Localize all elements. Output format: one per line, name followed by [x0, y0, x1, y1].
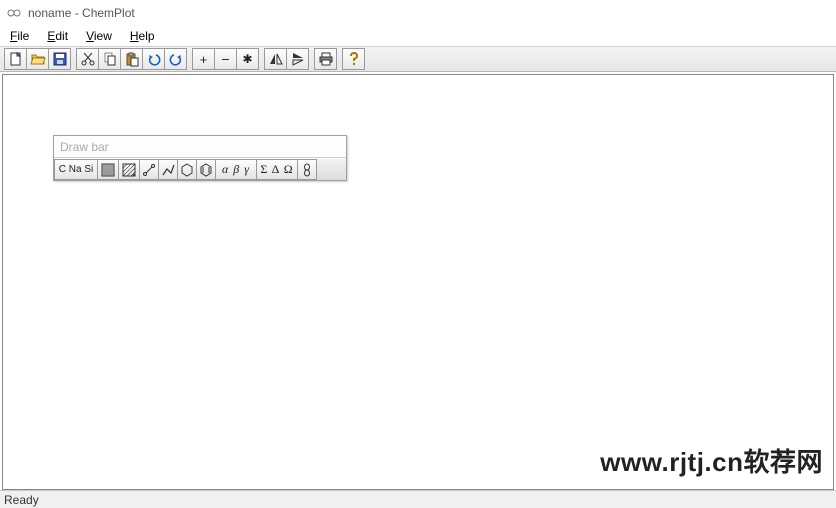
- paste-button[interactable]: [120, 48, 143, 70]
- open-folder-icon: [30, 51, 46, 67]
- benzene-icon: [199, 163, 213, 177]
- hatch-diag-button[interactable]: [118, 159, 140, 180]
- bond-single-button[interactable]: [139, 159, 159, 180]
- greek-upper-label: Σ Δ Ω: [260, 162, 293, 177]
- help-button[interactable]: [342, 48, 365, 70]
- window-title: noname - ChemPlot: [28, 6, 135, 20]
- canvas-area[interactable]: Draw bar C Na Si: [2, 74, 834, 490]
- flip-vertical-button[interactable]: [286, 48, 309, 70]
- greek-lower-button[interactable]: α β γ: [215, 159, 257, 180]
- printer-icon: [318, 51, 334, 67]
- hatch-dense-icon: [101, 163, 115, 177]
- elements-label: C Na Si: [59, 164, 93, 175]
- print-button[interactable]: [314, 48, 337, 70]
- cut-button[interactable]: [76, 48, 99, 70]
- watermark-text: www.rjtj.cn软荐网: [600, 442, 823, 479]
- menu-help[interactable]: Help: [122, 27, 163, 45]
- orbital-button[interactable]: [297, 159, 317, 180]
- copy-icon: [102, 51, 118, 67]
- new-file-icon: [8, 51, 24, 67]
- menu-view[interactable]: View: [78, 27, 120, 45]
- flip-horizontal-icon: [268, 51, 284, 67]
- asterisk-icon: ✱: [242, 52, 252, 66]
- greek-lower-label: α β γ: [222, 162, 250, 177]
- status-bar: Ready: [0, 490, 836, 508]
- bond-single-icon: [142, 163, 156, 177]
- hexagon-icon: [180, 163, 194, 177]
- bond-chain-icon: [161, 163, 175, 177]
- open-button[interactable]: [26, 48, 49, 70]
- menu-file[interactable]: File: [2, 27, 37, 45]
- status-text: Ready: [4, 493, 39, 507]
- zoom-in-button[interactable]: +: [192, 48, 215, 70]
- drawbar-window[interactable]: Draw bar C Na Si: [53, 135, 347, 181]
- elements-button[interactable]: C Na Si: [54, 159, 98, 180]
- undo-icon: [146, 51, 162, 67]
- greek-upper-button[interactable]: Σ Δ Ω: [256, 159, 298, 180]
- hatch-dense-button[interactable]: [97, 159, 119, 180]
- scissors-icon: [80, 51, 96, 67]
- drawbar-title[interactable]: Draw bar: [54, 136, 346, 158]
- save-icon: [52, 51, 68, 67]
- bond-chain-button[interactable]: [158, 159, 178, 180]
- star-button[interactable]: ✱: [236, 48, 259, 70]
- flip-vertical-icon: [290, 51, 306, 67]
- hatch-diag-icon: [122, 163, 136, 177]
- minus-icon: −: [221, 51, 229, 67]
- question-icon: [346, 51, 362, 67]
- plus-icon: +: [200, 52, 208, 67]
- main-toolbar: + − ✱: [0, 46, 836, 72]
- undo-button[interactable]: [142, 48, 165, 70]
- hexagon-button[interactable]: [177, 159, 197, 180]
- orbital-icon: [300, 163, 314, 177]
- zoom-out-button[interactable]: −: [214, 48, 237, 70]
- benzene-button[interactable]: [196, 159, 216, 180]
- copy-button[interactable]: [98, 48, 121, 70]
- drawbar-toolbar: C Na Si: [54, 158, 346, 180]
- redo-icon: [168, 51, 184, 67]
- redo-button[interactable]: [164, 48, 187, 70]
- menu-bar: File Edit View Help: [0, 26, 836, 46]
- save-button[interactable]: [48, 48, 71, 70]
- paste-icon: [124, 51, 140, 67]
- new-button[interactable]: [4, 48, 27, 70]
- title-bar: noname - ChemPlot: [0, 0, 836, 26]
- flip-horizontal-button[interactable]: [264, 48, 287, 70]
- app-icon: [6, 5, 22, 21]
- menu-edit[interactable]: Edit: [39, 27, 76, 45]
